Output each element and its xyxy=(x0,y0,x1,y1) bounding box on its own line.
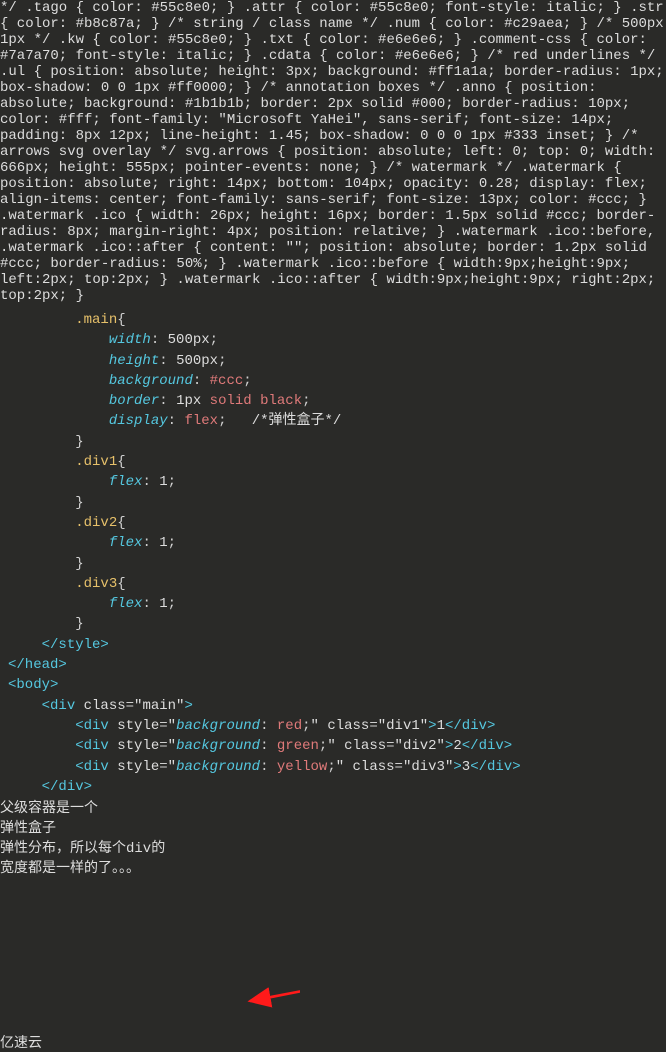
code-line: <body> xyxy=(0,675,666,695)
code-line: flex: 1; xyxy=(0,594,666,614)
code-line: flex: 1; xyxy=(0,533,666,553)
watermark: 亿速云 xyxy=(0,1032,666,1052)
code-line: display: flex; /*弹性盒子*/ xyxy=(0,411,666,431)
annotation-middle: 弹性分布，所以每个div的宽度都是一样的了。。。 xyxy=(0,837,168,877)
code-line: </div> xyxy=(0,777,666,797)
code-line: <div style="background: green;" class="d… xyxy=(0,736,666,756)
code-line: .div1{ xyxy=(0,452,666,472)
code-line: border: 1px solid black; xyxy=(0,391,666,411)
code-line: flex: 1; xyxy=(0,472,666,492)
code-line: <div class="main"> xyxy=(0,696,666,716)
code-block: .main{ width: 500px; height: 500px; back… xyxy=(0,304,666,797)
code-line: } xyxy=(0,432,666,452)
code-line: } xyxy=(0,493,666,513)
code-line: width: 500px; xyxy=(0,330,666,350)
code-line: .main{ xyxy=(0,310,666,330)
code-line: <div style="background: yellow;" class="… xyxy=(0,757,666,777)
arrow-top xyxy=(250,972,300,1001)
code-line: </head> xyxy=(0,655,666,675)
code-line: .div3{ xyxy=(0,574,666,594)
code-line: .div2{ xyxy=(0,513,666,533)
code-line: </style> xyxy=(0,635,666,655)
code-line: } xyxy=(0,554,666,574)
code-line: <div style="background: red;" class="div… xyxy=(0,716,666,736)
code-line: background: #ccc; xyxy=(0,371,666,391)
code-line: } xyxy=(0,614,666,634)
arrows-overlay xyxy=(0,877,300,1027)
watermark-text: 亿速云 xyxy=(0,1036,42,1052)
annotation-top: 父级容器是一个弹性盒子 xyxy=(0,797,110,837)
code-line: height: 500px; xyxy=(0,351,666,371)
